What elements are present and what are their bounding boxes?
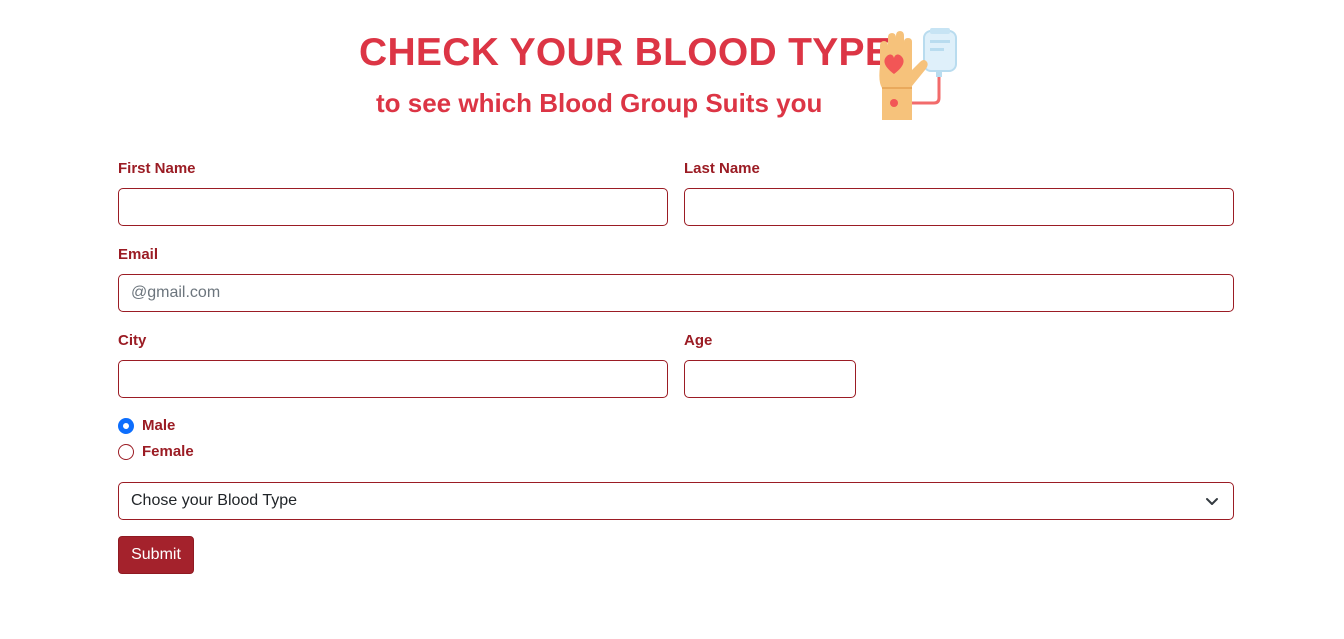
male-radio[interactable] — [118, 417, 134, 434]
page-subtitle: to see which Blood Group Suits you — [376, 88, 823, 118]
submit-button[interactable]: Submit — [118, 536, 194, 574]
chevron-down-icon — [1206, 498, 1218, 505]
city-label: City — [118, 332, 147, 349]
first-name-label: First Name — [118, 160, 196, 177]
age-input[interactable] — [684, 360, 856, 398]
email-input[interactable] — [118, 274, 1234, 312]
blood-donation-hand-icon — [872, 26, 964, 124]
email-label: Email — [118, 246, 159, 263]
age-label: Age — [684, 332, 713, 349]
page-header: CHECK YOUR BLOOD TYPE to see which Blood… — [0, 0, 1344, 140]
last-name-label: Last Name — [684, 160, 760, 177]
male-radio-label: Male — [142, 417, 176, 434]
blood-type-selected-value: Chose your Blood Type — [131, 492, 298, 509]
first-name-input[interactable] — [118, 188, 668, 226]
gender-option-female[interactable]: Female — [118, 443, 194, 460]
last-name-input[interactable] — [684, 188, 1234, 226]
gender-option-male[interactable]: Male — [118, 417, 175, 434]
female-radio-label: Female — [142, 443, 194, 460]
female-radio[interactable] — [118, 443, 134, 460]
blood-type-select[interactable]: Chose your Blood Type — [118, 482, 1234, 520]
page-title: CHECK YOUR BLOOD TYPE — [359, 31, 892, 74]
city-input[interactable] — [118, 360, 668, 398]
